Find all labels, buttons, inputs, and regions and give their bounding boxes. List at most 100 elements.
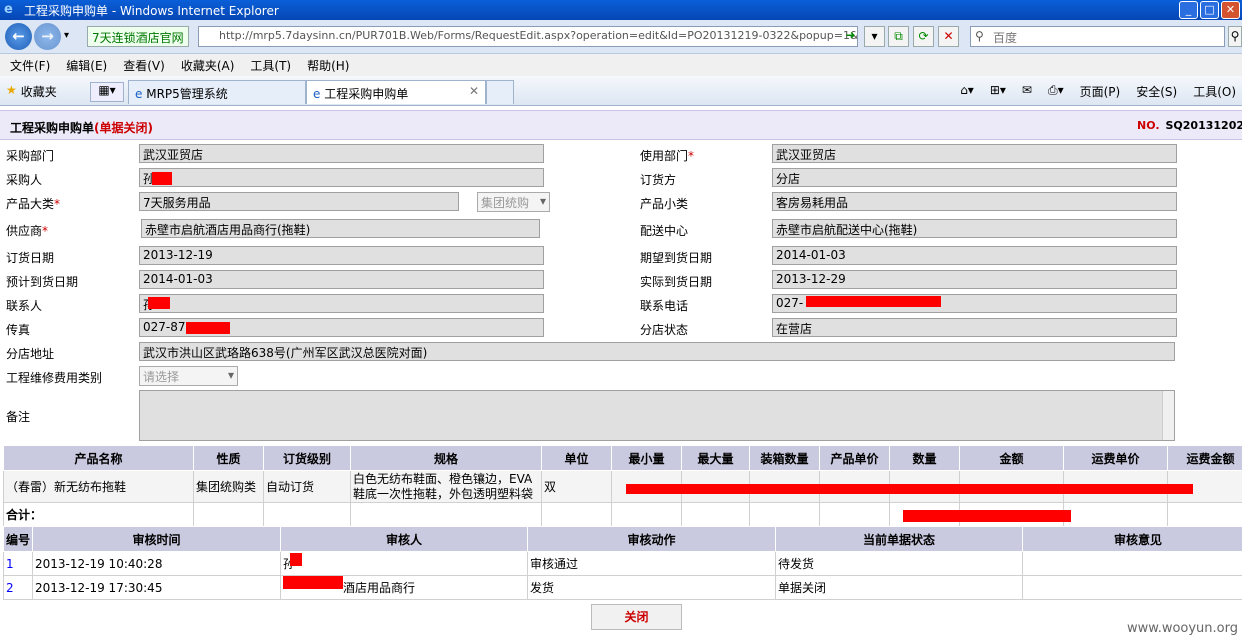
page-menu[interactable]: 页面(P)	[1080, 83, 1121, 100]
remark-scrollbar[interactable]	[1162, 391, 1174, 440]
auditor-cell: 孙	[280, 551, 528, 576]
total-label: 合计：	[3, 502, 194, 527]
col-audit-time: 审核时间	[32, 526, 281, 552]
go-icon[interactable]: ➜	[840, 26, 861, 47]
close-tab-icon[interactable]: ✕	[469, 84, 479, 98]
favorites-button[interactable]: ★ 收藏夹	[6, 83, 57, 100]
tab-mrp5[interactable]: e MRP5管理系统	[128, 80, 306, 104]
maint-category-select[interactable]: 请选择	[139, 366, 238, 386]
col-audit-no: 编号	[3, 526, 33, 552]
est-date-label: 预计到货日期	[6, 275, 79, 289]
actual-date-field[interactable]: 2013-12-29	[772, 270, 1177, 289]
subcategory-label: 产品小类	[640, 197, 689, 211]
col-quantity: 数量	[889, 445, 960, 471]
phone-label: 联系电话	[640, 299, 689, 313]
table-row[interactable]: 1 2013-12-19 10:40:28 孙 审核通过 待发货	[3, 551, 1242, 576]
col-spec: 规格	[350, 445, 542, 471]
minimize-button[interactable]: _	[1179, 1, 1198, 19]
watermark: www.wooyun.org	[1126, 621, 1238, 636]
purchase-dept-label: 采购部门	[6, 149, 55, 163]
col-unit-price: 产品单价	[819, 445, 890, 471]
redaction-mark	[148, 297, 170, 309]
new-tab-button[interactable]	[486, 80, 514, 104]
redaction-mark	[283, 576, 343, 589]
window-title: 工程采购申购单 - Windows Internet Explorer	[24, 3, 279, 18]
feeds-icon[interactable]: ⊞▾	[990, 83, 1006, 100]
audit-action-cell: 发货	[527, 575, 776, 600]
stop-icon[interactable]: ✕	[938, 26, 959, 47]
menu-view[interactable]: 查看(V)	[123, 57, 165, 74]
order-party-field[interactable]: 分店	[772, 168, 1177, 187]
nature-cell: 集团统购类	[193, 470, 264, 503]
redaction-mark	[186, 322, 230, 334]
quick-tabs-icon[interactable]: ▦▾	[90, 82, 124, 102]
menu-favorites[interactable]: 收藏夹(A)	[181, 57, 235, 74]
address-field[interactable]: 武汉市洪山区武珞路638号(广州军区武汉总医院对面)	[139, 342, 1175, 361]
order-date-label: 订货日期	[6, 251, 55, 265]
col-amount: 金额	[959, 445, 1064, 471]
table-row[interactable]: 2 2013-12-19 17:30:45 酒店用品商行 发货 单据关闭	[3, 575, 1242, 600]
subcategory-field[interactable]: 客房易耗用品	[772, 192, 1177, 211]
order-date-field[interactable]: 2013-12-19	[139, 246, 544, 265]
redaction-mark	[290, 553, 302, 566]
store-status-field[interactable]: 在营店	[772, 318, 1177, 337]
est-date-field[interactable]: 2014-01-03	[139, 270, 544, 289]
url-input[interactable]: http://mrp5.7daysinn.cn/PUR701B.Web/Form…	[198, 26, 858, 47]
audit-no-cell: 2	[3, 575, 33, 600]
search-input[interactable]: 百度	[970, 26, 1225, 47]
menu-tools[interactable]: 工具(T)	[250, 57, 291, 74]
purchase-dept-field[interactable]: 武汉亚贸店	[139, 144, 544, 163]
use-dept-field[interactable]: 武汉亚贸店	[772, 144, 1177, 163]
col-freight-price: 运费单价	[1063, 445, 1168, 471]
menu-file[interactable]: 文件(F)	[10, 57, 50, 74]
category-field[interactable]: 7天服务用品	[139, 192, 459, 211]
buyer-field[interactable]: 孙	[139, 168, 544, 187]
close-window-button[interactable]: ✕	[1221, 1, 1240, 19]
document-number: NO.SQ201312020	[1137, 119, 1242, 132]
favorite-site-select[interactable]: 7天连锁酒店官网	[87, 26, 189, 47]
category-select[interactable]: 集团统购	[477, 192, 550, 212]
col-auditor: 审核人	[280, 526, 528, 552]
maint-category-label: 工程维修费用类别	[6, 371, 103, 385]
audit-action-cell: 审核通过	[527, 551, 776, 576]
supplier-label: 供应商*	[6, 224, 49, 238]
ie-icon: e	[4, 2, 13, 17]
safety-menu[interactable]: 安全(S)	[1136, 83, 1177, 100]
supplier-field[interactable]: 赤壁市启航酒店用品商行(拖鞋)	[141, 219, 540, 238]
menu-help[interactable]: 帮助(H)	[307, 57, 349, 74]
search-go-icon[interactable]: ⚲	[1228, 26, 1242, 47]
maximize-button[interactable]: □	[1200, 1, 1219, 19]
menu-edit[interactable]: 编辑(E)	[66, 57, 107, 74]
expect-date-field[interactable]: 2014-01-03	[772, 246, 1177, 265]
compat-view-icon[interactable]: ⧉	[888, 26, 909, 47]
refresh-icon[interactable]: ⟳	[913, 26, 934, 47]
remark-textarea[interactable]	[139, 390, 1175, 441]
home-icon[interactable]: ⌂▾	[960, 83, 974, 100]
favorites-label: 收藏夹	[20, 85, 57, 99]
dist-center-field[interactable]: 赤壁市启航配送中心(拖鞋)	[772, 219, 1177, 238]
tab-purchase-request[interactable]: e 工程采购申购单 ✕	[306, 80, 486, 104]
star-icon: ★	[6, 83, 17, 97]
forward-button[interactable]: →	[34, 23, 61, 50]
col-box-qty: 装箱数量	[749, 445, 820, 471]
url-dropdown-icon[interactable]: ▾	[864, 26, 885, 47]
buyer-label: 采购人	[6, 173, 43, 187]
tools-menu[interactable]: 工具(O)	[1193, 83, 1236, 100]
col-doc-state: 当前单据状态	[775, 526, 1023, 552]
order-level-cell: 自动订货	[263, 470, 351, 503]
audit-opinion-cell	[1022, 575, 1242, 600]
audit-time-cell: 2013-12-19 17:30:45	[32, 575, 281, 600]
audit-no-cell: 1	[3, 551, 33, 576]
address-toolbar: ← → ▾ 7天连锁酒店官网 e http://mrp5.7daysinn.cn…	[0, 20, 1242, 54]
contact-field[interactable]: 孙	[139, 294, 544, 313]
col-audit-action: 审核动作	[527, 526, 776, 552]
close-button[interactable]: 关闭	[591, 604, 682, 630]
mail-icon[interactable]: ✉	[1022, 83, 1032, 100]
back-button[interactable]: ←	[5, 23, 32, 50]
product-name-cell: （春雷）新无纺布拖鞋	[3, 470, 194, 503]
history-dropdown-icon[interactable]: ▾	[64, 30, 69, 41]
page-title: 工程采购申购单(单据关闭)	[10, 121, 153, 135]
menu-bar: 文件(F) 编辑(E) 查看(V) 收藏夹(A) 工具(T) 帮助(H)	[0, 54, 1242, 76]
address-label: 分店地址	[6, 347, 55, 361]
print-icon[interactable]: ⎙▾	[1048, 83, 1064, 100]
